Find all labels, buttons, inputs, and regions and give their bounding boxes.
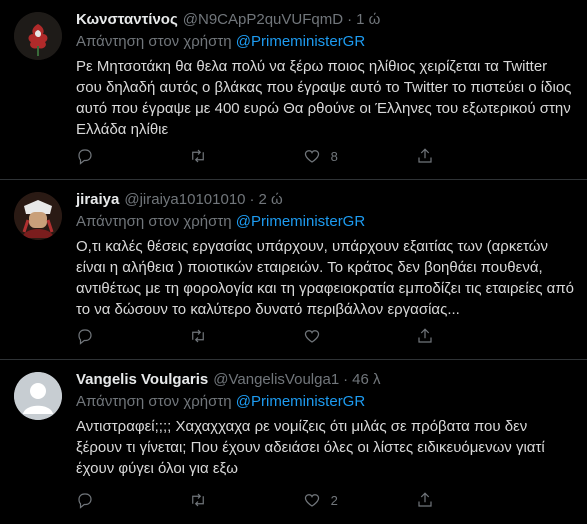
like-button[interactable]: 2 xyxy=(303,491,383,509)
like-count: 2 xyxy=(330,492,338,508)
tweet-actions: 8 xyxy=(76,146,496,166)
reply-mention-link[interactable]: @PrimeministerGR xyxy=(236,213,365,230)
user-name[interactable]: jiraiya xyxy=(76,190,119,210)
reply-prefix: Απάντηση στον χρήστη xyxy=(76,213,232,230)
like-button[interactable] xyxy=(303,327,383,345)
user-name[interactable]: Κωνσταντίνος xyxy=(76,10,178,30)
separator-dot: · xyxy=(343,371,349,388)
tweet-text: Ρε Μητσοτάκη θα θελα πολύ να ξέρω ποιος … xyxy=(76,58,572,138)
user-handle[interactable]: @VangelisVoulga1 xyxy=(213,370,339,390)
like-count: 8 xyxy=(330,148,338,164)
tweet[interactable]: Vangelis Voulgaris @VangelisVoulga1 · 46… xyxy=(0,360,587,524)
default-user-avatar-icon xyxy=(14,372,62,420)
avatar[interactable] xyxy=(14,12,62,60)
tweet-actions xyxy=(76,326,496,346)
share-icon xyxy=(418,328,432,343)
reply-prefix: Απάντηση στον χρήστη xyxy=(76,33,232,50)
user-name[interactable]: Vangelis Voulgaris xyxy=(76,370,208,390)
timestamp[interactable]: 1 ώ xyxy=(356,10,380,30)
share-button[interactable] xyxy=(416,147,496,165)
reply-icon xyxy=(78,329,92,345)
reply-icon xyxy=(78,493,92,509)
tweet-actions: 2 xyxy=(76,490,496,510)
share-icon xyxy=(418,492,432,507)
tweet[interactable]: Κωνσταντίνος @N9CApP2quVUFqmD · 1 ώ Απάν… xyxy=(0,0,587,180)
tweet-text: Αντιστραφεί;;;; Χαχαχχαχα ρε νομίζεις ότ… xyxy=(76,418,545,477)
avatar[interactable] xyxy=(14,372,62,420)
reply-context: Απάντηση στον χρήστη @PrimeministerGR xyxy=(76,392,577,412)
retweet-icon xyxy=(192,149,205,163)
reply-button[interactable] xyxy=(76,147,156,165)
character-avatar-icon xyxy=(14,192,62,240)
user-handle[interactable]: @jiraiya10101010 xyxy=(124,190,245,210)
separator-dot: · xyxy=(249,191,255,208)
heart-icon xyxy=(304,494,319,507)
retweet-icon xyxy=(192,493,205,507)
retweet-icon xyxy=(192,329,205,343)
timestamp[interactable]: 46 λ xyxy=(352,370,380,390)
reply-button[interactable] xyxy=(76,327,156,345)
reply-context: Απάντηση στον χρήστη @PrimeministerGR xyxy=(76,212,577,232)
retweet-button[interactable] xyxy=(189,327,269,345)
separator-dot: · xyxy=(347,11,353,28)
retweet-button[interactable] xyxy=(189,491,269,509)
reply-mention-link[interactable]: @PrimeministerGR xyxy=(236,393,365,410)
retweet-button[interactable] xyxy=(189,147,269,165)
tweet-text: Ο,τι καλές θέσεις εργασίας υπάρχουν, υπά… xyxy=(76,238,575,318)
user-handle[interactable]: @N9CApP2quVUFqmD xyxy=(183,10,343,30)
reply-mention-link[interactable]: @PrimeministerGR xyxy=(236,33,365,50)
share-icon xyxy=(418,148,432,163)
reply-context: Απάντηση στον χρήστη @PrimeministerGR xyxy=(76,32,577,52)
avatar[interactable] xyxy=(14,192,62,240)
like-button[interactable]: 8 xyxy=(303,147,383,165)
reply-prefix: Απάντηση στον χρήστη xyxy=(76,393,232,410)
heart-icon xyxy=(304,330,319,343)
share-button[interactable] xyxy=(416,327,496,345)
reply-icon xyxy=(78,149,92,165)
rose-avatar-icon xyxy=(14,12,62,60)
tweet[interactable]: jiraiya @jiraiya10101010 · 2 ώ Απάντηση … xyxy=(0,180,587,360)
reply-button[interactable] xyxy=(76,491,156,509)
timestamp[interactable]: 2 ώ xyxy=(259,190,283,210)
share-button[interactable] xyxy=(416,491,496,509)
heart-icon xyxy=(304,150,319,163)
